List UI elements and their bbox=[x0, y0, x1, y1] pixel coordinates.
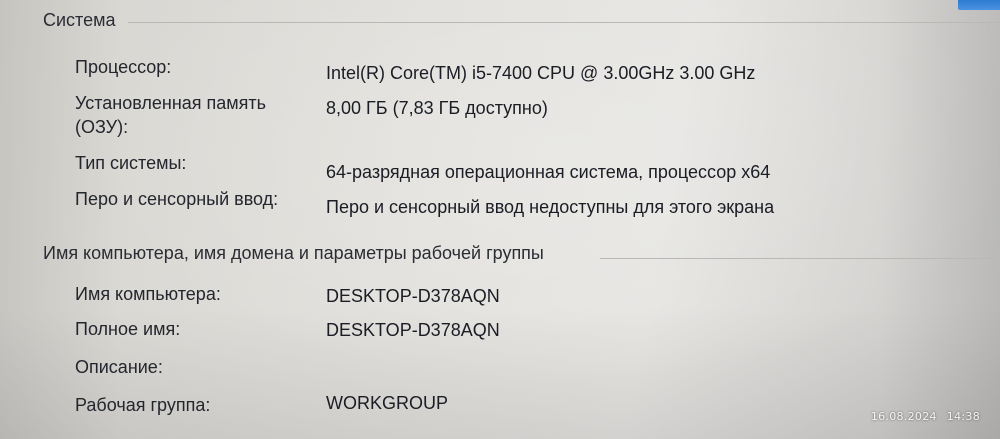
installed-memory-label-line1: Установленная память bbox=[75, 93, 267, 113]
workgroup-value: WORKGROUP bbox=[326, 393, 449, 413]
workgroup-label: Рабочая группа: bbox=[75, 395, 211, 415]
photo-timestamp: 16.08.2024 14:38 bbox=[871, 410, 980, 423]
processor-label: Процессор: bbox=[75, 57, 172, 77]
system-type-label: Тип системы: bbox=[75, 153, 187, 173]
computer-section-title: Имя компьютера, имя домена и параметры р… bbox=[43, 243, 544, 263]
processor-value: Intel(R) Core(TM) i5-7400 CPU @ 3.00GHz … bbox=[326, 63, 756, 83]
installed-memory-label-line2: (ОЗУ): bbox=[75, 117, 129, 137]
computer-name-value: DESKTOP-D378AQN bbox=[326, 286, 500, 306]
computer-section-divider bbox=[600, 258, 1000, 259]
pen-touch-value: Перо и сенсорный ввод недоступны для это… bbox=[326, 197, 775, 217]
installed-memory-value: 8,00 ГБ (7,83 ГБ доступно) bbox=[326, 98, 548, 118]
description-label: Описание: bbox=[75, 357, 163, 377]
computer-name-label: Имя компьютера: bbox=[75, 284, 221, 304]
system-section-title: Система bbox=[43, 10, 116, 30]
window-accent-strip bbox=[958, 0, 1000, 10]
pen-touch-label: Перо и сенсорный ввод: bbox=[75, 189, 279, 209]
full-name-value: DESKTOP-D378AQN bbox=[326, 320, 500, 340]
full-name-label: Полное имя: bbox=[75, 319, 181, 339]
system-type-value: 64-разрядная операционная система, проце… bbox=[326, 162, 771, 182]
photo-time: 14:38 bbox=[946, 410, 980, 423]
system-section-divider bbox=[128, 22, 1000, 23]
photo-date: 16.08.2024 bbox=[870, 410, 937, 423]
